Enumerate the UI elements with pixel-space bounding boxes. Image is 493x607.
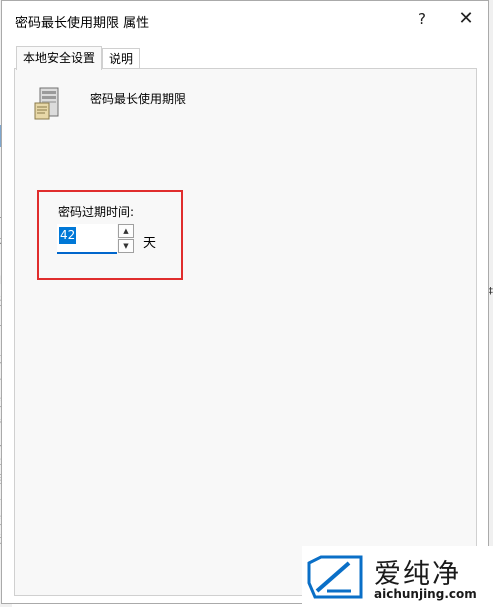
stepper-down-button[interactable]: ▼ bbox=[118, 239, 134, 253]
policy-name: 密码最长使用期限 bbox=[90, 92, 187, 106]
unit-label: 天 bbox=[143, 236, 157, 251]
selected-value: 42 bbox=[59, 227, 77, 244]
password-expiry-input[interactable]: 42 bbox=[57, 224, 117, 254]
close-button[interactable]: ✕ bbox=[448, 5, 484, 33]
watermark-url: aichunjing.com bbox=[374, 587, 477, 601]
quantity-stepper[interactable]: ▲ ▼ bbox=[118, 224, 134, 254]
stepper-up-button[interactable]: ▲ bbox=[118, 224, 134, 238]
tab-local-security-setting[interactable]: 本地安全设置 bbox=[16, 46, 103, 70]
watermark: 爱纯净 aichunjing.com bbox=[302, 546, 493, 607]
aichunjing-logo-icon bbox=[307, 555, 363, 599]
tab-explain[interactable]: 说明 bbox=[102, 48, 141, 69]
watermark-brand: 爱纯净 bbox=[374, 559, 461, 590]
help-button[interactable]: ? bbox=[404, 5, 440, 33]
password-expiry-label: 密码过期时间: bbox=[58, 205, 135, 219]
tab-panel: 密码最长使用期限 密码过期时间: 42 ▲ ▼ 天 bbox=[14, 68, 477, 596]
title-bar[interactable]: 密码最长使用期限 属性 ? ✕ bbox=[2, 1, 488, 37]
dialog-title: 密码最长使用期限 属性 bbox=[15, 16, 150, 31]
properties-dialog: 密码最长使用期限 属性 ? ✕ 本地安全设置 说明 密码最长使用期限 密码过期时… bbox=[1, 0, 489, 604]
server-icon bbox=[34, 87, 59, 120]
